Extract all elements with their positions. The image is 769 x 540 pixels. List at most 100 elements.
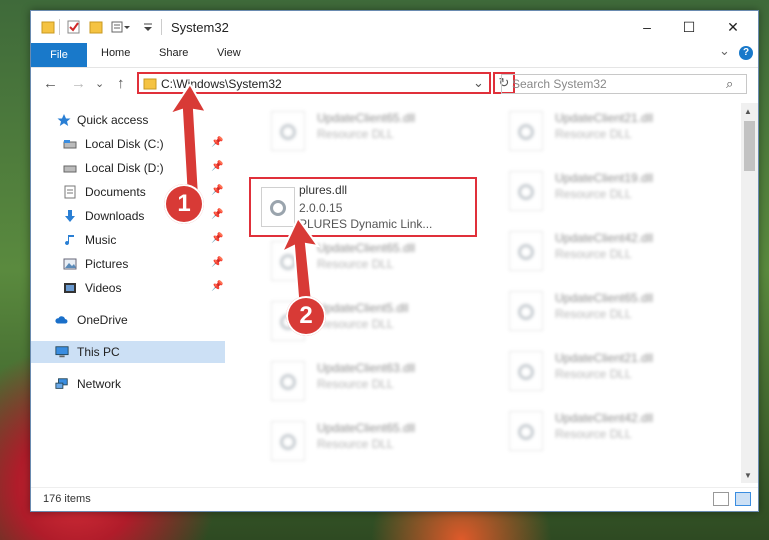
- file-name: UpdateClient42.dll: [555, 411, 654, 425]
- sidebar-item-label: Network: [77, 377, 122, 391]
- sidebar-item-videos[interactable]: Videos 📌: [31, 277, 225, 299]
- sidebar-item-pictures[interactable]: Pictures 📌: [31, 253, 225, 275]
- tiles-view-icon[interactable]: [735, 492, 751, 506]
- tab-share[interactable]: Share: [159, 47, 188, 59]
- dll-file-icon: [271, 361, 305, 401]
- pin-icon[interactable]: 📌: [211, 281, 223, 292]
- dll-file-icon: [509, 351, 543, 391]
- file-name: UpdateClient65.dll: [555, 291, 654, 305]
- tab-view[interactable]: View: [217, 47, 241, 59]
- close-button[interactable]: ✕: [723, 17, 743, 37]
- window-title: System32: [171, 20, 229, 35]
- dll-file-icon: [271, 111, 305, 151]
- tab-file[interactable]: File: [31, 43, 87, 67]
- file-item[interactable]: UpdateClient19.dll Resource DLL: [487, 163, 707, 219]
- file-type: Resource DLL: [555, 127, 632, 141]
- file-name: UpdateClient63.dll: [317, 361, 416, 375]
- folder-icon[interactable]: [41, 19, 55, 35]
- file-item[interactable]: UpdateClient63.dll Resource DLL: [249, 353, 469, 409]
- dll-file-icon: [509, 411, 543, 451]
- recent-locations-button[interactable]: ⌄: [95, 77, 104, 90]
- sidebar-item-label: Pictures: [85, 257, 129, 271]
- sidebar-item-network[interactable]: Network: [31, 373, 225, 395]
- search-input[interactable]: Search System32: [512, 77, 607, 91]
- music-icon: [65, 235, 74, 246]
- pin-icon[interactable]: 📌: [211, 233, 223, 244]
- file-version: 2.0.0.15: [299, 201, 343, 215]
- dll-file-icon: [509, 111, 543, 151]
- status-bar: 176 items: [31, 487, 758, 512]
- maximize-button[interactable]: ☐: [679, 17, 699, 37]
- file-item[interactable]: UpdateClient21.dll Resource DLL: [487, 103, 707, 159]
- dll-file-icon: [271, 421, 305, 461]
- toolbar-dropdown-icon[interactable]: [143, 19, 153, 35]
- ribbon: File Home Share View ⌄ ?: [31, 43, 758, 68]
- details-view-icon[interactable]: [713, 492, 729, 506]
- separator: [161, 19, 162, 35]
- sidebar-item-label: Local Disk (C:): [85, 137, 164, 151]
- expand-ribbon-icon[interactable]: ⌄: [719, 43, 730, 59]
- title-bar: System32 – ☐ ✕: [31, 11, 758, 43]
- sidebar-item-onedrive[interactable]: OneDrive: [31, 309, 225, 331]
- sidebar-item-music[interactable]: Music 📌: [31, 229, 225, 251]
- file-name: UpdateClient65.dll: [317, 111, 416, 125]
- file-name: UpdateClient21.dll: [555, 111, 654, 125]
- drive-icon: [63, 140, 77, 149]
- file-name: UpdateClient21.dll: [555, 351, 654, 365]
- sidebar-item-label: Quick access: [77, 113, 149, 127]
- dll-file-icon: [509, 171, 543, 211]
- file-item[interactable]: UpdateClient42.dll Resource DLL: [487, 403, 707, 459]
- file-item[interactable]: UpdateClient65.dll Resource DLL: [249, 413, 469, 469]
- file-type: Resource DLL: [317, 127, 394, 141]
- scroll-down-icon[interactable]: ▼: [744, 471, 752, 480]
- computer-icon: [55, 346, 69, 358]
- sidebar-item-this-pc[interactable]: This PC: [31, 341, 225, 363]
- videos-icon: [64, 283, 76, 293]
- search-icon[interactable]: ⌕: [726, 76, 733, 92]
- dll-file-icon: [509, 231, 543, 271]
- tab-home[interactable]: Home: [101, 47, 130, 59]
- file-type: Resource DLL: [317, 437, 394, 451]
- new-folder-icon[interactable]: [89, 19, 103, 35]
- item-count: 176 items: [43, 493, 91, 505]
- file-type: Resource DLL: [555, 307, 632, 321]
- file-type: Resource DLL: [317, 377, 394, 391]
- pictures-icon: [63, 258, 77, 270]
- file-name: UpdateClient65.dll: [317, 421, 416, 435]
- drive-icon: [63, 165, 77, 173]
- properties-icon[interactable]: [67, 19, 81, 35]
- scroll-thumb[interactable]: [744, 121, 755, 171]
- sidebar-item-label: Downloads: [85, 209, 145, 223]
- download-icon: [65, 210, 75, 222]
- sidebar-item-label: Local Disk (D:): [85, 161, 164, 175]
- sidebar-item-label: Music: [85, 233, 117, 247]
- separator: [59, 19, 60, 35]
- customize-toolbar-icon[interactable]: [111, 19, 131, 35]
- sidebar-item-label: Documents: [85, 185, 146, 199]
- file-name: plures.dll: [299, 183, 348, 197]
- search-box[interactable]: Search System32 ⌕: [501, 74, 747, 94]
- file-item[interactable]: UpdateClient42.dll Resource DLL: [487, 223, 707, 279]
- sidebar-item-label: Videos: [85, 281, 122, 295]
- annotation-badge-2: 2: [286, 296, 326, 336]
- file-item[interactable]: UpdateClient65.dll Resource DLL: [249, 103, 469, 159]
- scroll-up-icon[interactable]: ▲: [744, 107, 752, 116]
- minimize-button[interactable]: –: [637, 17, 657, 37]
- sidebar-item-label: This PC: [77, 345, 120, 359]
- forward-button[interactable]: →: [71, 75, 86, 92]
- file-name: UpdateClient42.dll: [555, 231, 654, 245]
- back-button[interactable]: ←: [43, 75, 58, 92]
- annotation-badge-1: 1: [164, 184, 204, 224]
- documents-icon: [64, 185, 76, 199]
- navigation-bar: ← → ⌄ ↑ C:\Windows\System32 ⌄ ↻ Search S…: [31, 69, 758, 99]
- help-icon[interactable]: ?: [739, 46, 753, 60]
- address-dropdown-icon[interactable]: ⌄: [473, 75, 484, 91]
- file-type: Resource DLL: [555, 247, 632, 261]
- file-item[interactable]: UpdateClient21.dll Resource DLL: [487, 343, 707, 399]
- pin-icon[interactable]: 📌: [211, 257, 223, 268]
- up-button[interactable]: ↑: [117, 75, 125, 92]
- explorer-window: System32 – ☐ ✕ File Home Share View ⌄ ? …: [30, 10, 759, 512]
- vertical-scrollbar[interactable]: ▲ ▼: [741, 103, 758, 483]
- network-icon: [55, 378, 68, 389]
- file-item[interactable]: UpdateClient65.dll Resource DLL: [487, 283, 707, 339]
